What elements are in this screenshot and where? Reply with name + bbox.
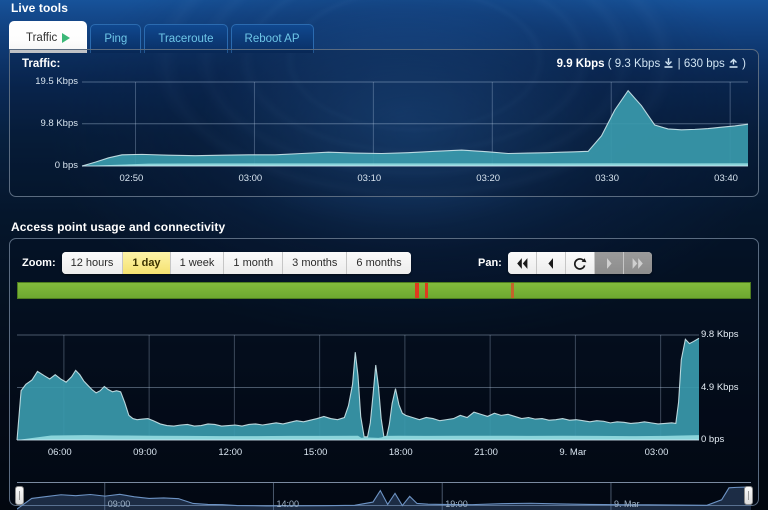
rewind-icon[interactable] xyxy=(507,252,537,274)
zoom-option-12-hours[interactable]: 12 hours xyxy=(61,252,124,274)
usage-ytick-label: 0 bps xyxy=(701,434,725,445)
zoom-label: Zoom: xyxy=(22,257,56,269)
traffic-xtick-label: 03:40 xyxy=(714,173,738,184)
traffic-chart-area[interactable]: 19.5 Kbps 9.8 Kbps 0 bps 02:50 03:00 03:10 03:… xyxy=(10,74,758,196)
usage-xtick-label: 09:00 xyxy=(133,447,157,458)
refresh-icon[interactable] xyxy=(565,252,595,274)
pan-controls: Pan: xyxy=(478,252,652,274)
tab-label: Reboot AP xyxy=(244,33,300,45)
navigator-handle-left[interactable] xyxy=(15,486,24,505)
fast-forward-icon xyxy=(623,252,652,274)
usage-xtick-label: 15:00 xyxy=(303,447,328,458)
traffic-xtick-label: 03:30 xyxy=(595,173,619,184)
outage-marker xyxy=(415,283,419,298)
navigator-xtick-label: 9. Mar xyxy=(613,499,640,509)
traffic-separator: | xyxy=(677,58,681,70)
usage-ytick-label: 4.9 Kbps xyxy=(701,381,739,393)
step-back-icon[interactable] xyxy=(536,252,566,274)
usage-xtick-label: 18:00 xyxy=(388,447,413,458)
outage-marker xyxy=(511,283,514,298)
pan-button-group xyxy=(507,252,652,274)
tab-label: Ping xyxy=(104,33,128,45)
traffic-readout: 9.9 Kbps ( 9.3 Kbps | 630 bps ) xyxy=(557,58,746,72)
outage-marker xyxy=(424,283,429,298)
ap-usage-title: Access point usage and connectivity xyxy=(11,220,226,234)
traffic-close-paren: ) xyxy=(742,58,746,70)
traffic-total-value: 9.9 Kbps xyxy=(556,58,605,70)
traffic-upload-value: 630 bps xyxy=(683,58,725,70)
play-icon xyxy=(62,32,71,43)
traffic-xtick-label: 02:50 xyxy=(119,173,144,184)
traffic-ytick-label: 0 bps xyxy=(54,160,78,171)
pan-label: Pan: xyxy=(478,257,502,269)
usage-xtick-label: 9. Mar xyxy=(559,447,587,458)
zoom-option-6-months[interactable]: 6 months xyxy=(347,252,411,274)
traffic-download-value: 9.3 Kbps xyxy=(614,58,661,70)
download-icon xyxy=(664,58,673,72)
step-forward-icon xyxy=(594,252,624,274)
navigator-xtick-label: 14:00 xyxy=(276,499,299,509)
tab-label: Traceroute xyxy=(158,33,214,45)
navigator-handle-right[interactable] xyxy=(744,486,753,505)
navigator-xtick-label: 09:00 xyxy=(107,499,131,509)
usage-xtick-label: 12:00 xyxy=(218,447,243,458)
traffic-xtick-label: 03:00 xyxy=(238,173,263,184)
traffic-label: Traffic: xyxy=(22,58,61,70)
traffic-xtick-label: 03:10 xyxy=(357,173,382,184)
traffic-panel: Traffic: 9.9 Kbps ( 9.3 Kbps | 630 bps )… xyxy=(9,49,759,197)
usage-ytick-label: 9.8 Kbps xyxy=(701,329,739,340)
live-tools-title: Live tools xyxy=(11,1,69,15)
zoom-option-1-month[interactable]: 1 month xyxy=(224,252,284,274)
ap-usage-chart[interactable]: 9.8 Kbps 4.9 Kbps 0 bps 06:00 09:00 12:00 15:0… xyxy=(9,305,759,473)
usage-xtick-label: 06:00 xyxy=(47,447,72,458)
zoom-option-3-months[interactable]: 3 months xyxy=(283,252,348,274)
zoom-option-1-day[interactable]: 1 day xyxy=(123,252,171,274)
tab-label: Traffic xyxy=(26,31,58,44)
traffic-ytick-label: 9.8 Kbps xyxy=(40,117,79,129)
traffic-xtick-label: 03:20 xyxy=(476,173,501,184)
usage-xtick-label: 21:00 xyxy=(474,447,498,458)
zoom-button-group: 12 hours 1 day 1 week 1 month 3 months 6 mont… xyxy=(61,252,411,274)
zoom-option-1-week[interactable]: 1 week xyxy=(170,252,225,274)
navigator-xtick-label: 19:00 xyxy=(445,499,468,509)
traffic-open-paren: ( xyxy=(607,58,612,70)
upload-icon xyxy=(729,58,738,72)
traffic-ytick-label: 19.5 Kbps xyxy=(35,76,78,87)
zoom-controls: Zoom: 12 hours 1 day 1 week 1 month 3 months… xyxy=(22,252,411,274)
availability-bar[interactable] xyxy=(17,282,751,299)
usage-xtick-label: 03:00 xyxy=(644,447,669,458)
chart-navigator[interactable]: 09:00 14:00 19:00 9. Mar xyxy=(15,482,753,510)
